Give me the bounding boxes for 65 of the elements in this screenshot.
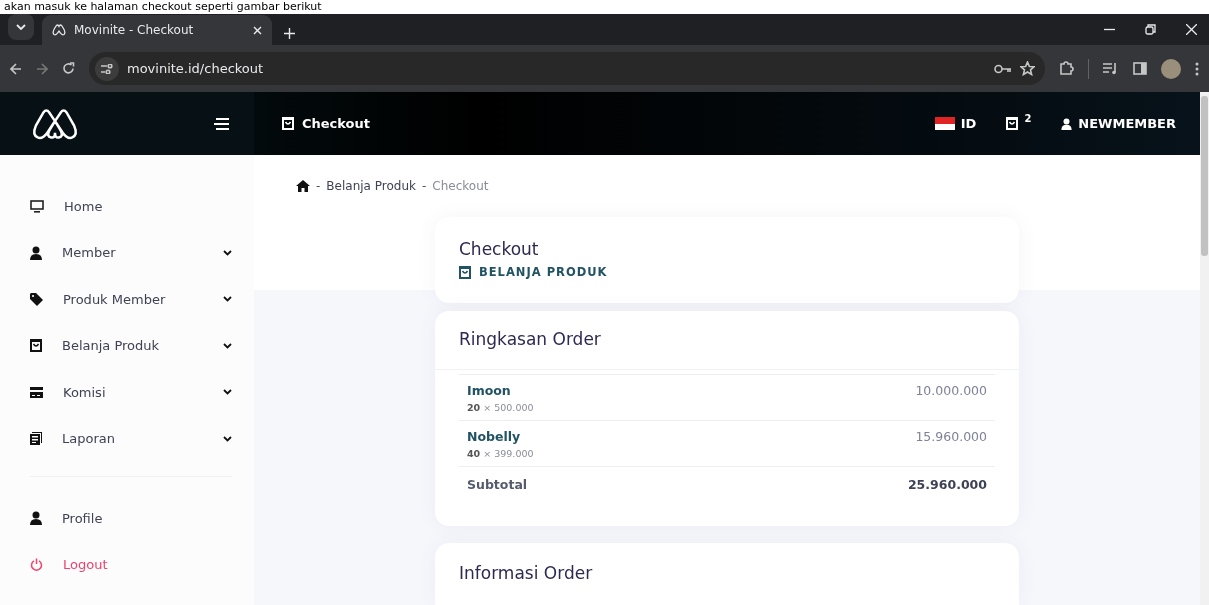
tab-search-button[interactable] bbox=[8, 14, 34, 40]
line-total: 15.960.000 bbox=[915, 429, 987, 446]
menu-icon[interactable] bbox=[214, 117, 230, 130]
product-name: Imoon bbox=[467, 383, 512, 398]
avatar[interactable] bbox=[1161, 58, 1181, 79]
home-icon[interactable] bbox=[296, 180, 310, 192]
shopping-bag-icon bbox=[459, 265, 471, 279]
chevron-down-icon bbox=[16, 24, 26, 30]
separator: - bbox=[421, 179, 427, 193]
shopping-bag-icon bbox=[1006, 117, 1019, 130]
card-title: Checkout bbox=[459, 239, 540, 259]
tag-icon bbox=[30, 292, 43, 306]
user-menu[interactable]: NEWMEMBER bbox=[1061, 116, 1176, 131]
logo-icon bbox=[52, 24, 66, 36]
card-subtitle: BELANJA PRODUK bbox=[479, 265, 608, 279]
credit-card-icon bbox=[30, 386, 43, 398]
shopping-bag-icon bbox=[282, 117, 294, 130]
document-icon bbox=[30, 432, 42, 446]
caption-text: akan masuk ke halaman checkout seperti gambar berikut bbox=[3, 0, 322, 14]
line-total: 10.000.000 bbox=[915, 383, 987, 400]
sidebar-item[interactable]: Home bbox=[30, 183, 232, 230]
user-icon bbox=[30, 511, 42, 526]
quantity-price: 20 × 500.000 bbox=[467, 402, 534, 413]
playlist-icon[interactable] bbox=[1103, 62, 1119, 75]
subtotal-value: 25.960.000 bbox=[907, 477, 987, 492]
breadcrumb-link[interactable]: Belanja Produk bbox=[326, 179, 416, 193]
logo-icon[interactable] bbox=[30, 106, 80, 141]
key-icon[interactable] bbox=[994, 63, 1012, 74]
puzzle-icon[interactable] bbox=[1059, 61, 1074, 76]
forward-icon[interactable] bbox=[36, 62, 48, 75]
new-tab-icon[interactable] bbox=[284, 28, 295, 39]
sidebar-item[interactable]: Komisi bbox=[30, 369, 232, 416]
sidebar-item[interactable]: Member bbox=[30, 229, 232, 276]
sidebar-item[interactable]: Belanja Produk bbox=[30, 322, 232, 369]
card-title: Ringkasan Order bbox=[435, 311, 1019, 370]
sidebar-item[interactable]: Laporan bbox=[30, 415, 232, 462]
scrollbar-thumb[interactable] bbox=[1201, 96, 1208, 256]
product-name: Nobelly bbox=[467, 429, 522, 444]
language-selector[interactable]: ID bbox=[934, 116, 977, 131]
monitor-icon bbox=[30, 199, 44, 213]
breadcrumb-current: Checkout bbox=[432, 179, 489, 193]
logout-item[interactable]: Logout bbox=[30, 541, 232, 588]
separator: - bbox=[316, 179, 321, 193]
page-title: Checkout bbox=[302, 116, 370, 131]
close-icon[interactable] bbox=[253, 25, 262, 35]
sidebar-item[interactable]: Profile bbox=[30, 495, 232, 542]
flag-icon bbox=[934, 117, 955, 130]
star-icon[interactable] bbox=[1020, 61, 1035, 76]
shopping-bag-icon bbox=[30, 339, 42, 353]
site-settings-button[interactable] bbox=[95, 56, 119, 81]
quantity-price: 40 × 399.000 bbox=[467, 448, 534, 459]
more-icon[interactable] bbox=[1195, 61, 1199, 76]
side-panel-icon[interactable] bbox=[1133, 62, 1147, 75]
subtotal-label: Subtotal bbox=[467, 477, 528, 492]
back-icon[interactable] bbox=[10, 62, 22, 75]
close-icon[interactable] bbox=[1186, 24, 1197, 35]
restore-icon[interactable] bbox=[1145, 24, 1156, 35]
sidebar-item[interactable]: Produk Member bbox=[30, 276, 232, 323]
power-icon bbox=[30, 558, 43, 572]
browser-tab[interactable]: Movinite - Checkout bbox=[42, 15, 272, 45]
user-icon bbox=[1061, 117, 1073, 130]
user-icon bbox=[30, 245, 42, 260]
sliders-icon bbox=[101, 63, 113, 74]
reload-icon[interactable] bbox=[62, 62, 75, 75]
card-title: Informasi Order bbox=[459, 563, 594, 583]
